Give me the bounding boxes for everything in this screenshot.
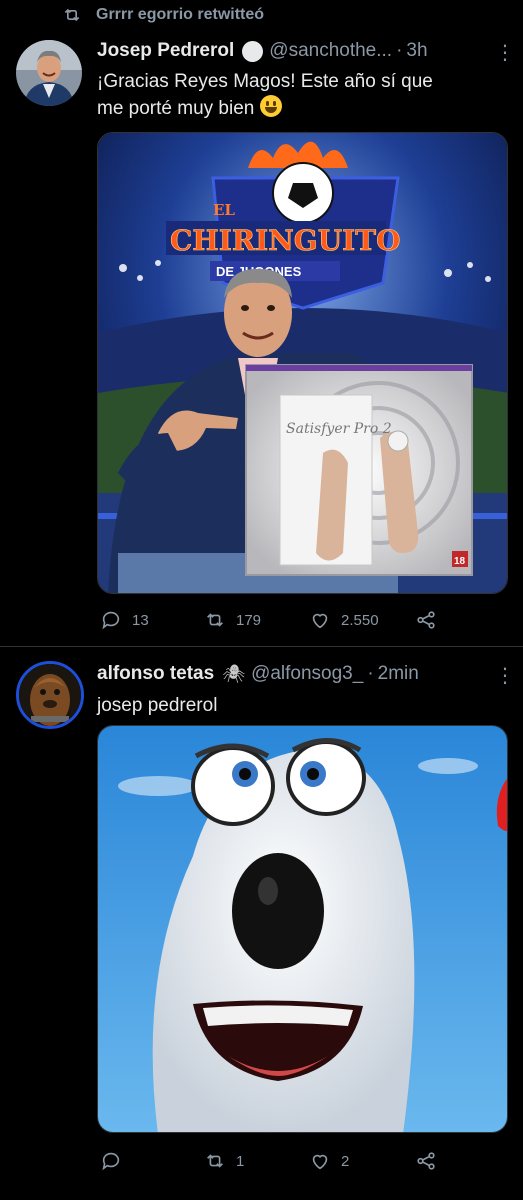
show-title: CHIRINGUITO <box>170 224 400 257</box>
tweet-card[interactable]: Grrrr egorrio retwitteó Josep Pedrerol @… <box>0 0 523 646</box>
grinning-face-emoji-icon <box>259 95 282 117</box>
tweet-header: Josep Pedrerol @sanchothe... · 3h <box>97 40 428 62</box>
tweet-header: alfonso tetas 🕷 @alfonsog3_ · 2min <box>97 663 419 685</box>
like-icon <box>312 1154 328 1170</box>
tweet-actions: 13 179 2.550 <box>97 604 508 636</box>
author-name[interactable]: Josep Pedrerol <box>97 40 234 62</box>
timestamp[interactable]: 3h <box>406 40 427 62</box>
tweet-photo[interactable] <box>97 725 508 1133</box>
tweet-actions: 1 2 <box>97 1145 508 1177</box>
retweet-icon <box>207 613 223 627</box>
author-handle[interactable]: @alfonsog3_ <box>251 663 363 685</box>
author-handle[interactable]: @sanchothe... <box>269 40 392 62</box>
reply-button[interactable]: 13 <box>100 609 149 631</box>
reply-icon <box>102 1152 120 1171</box>
retweet-button[interactable]: 1 <box>204 1150 244 1172</box>
age-badge: 18 <box>454 556 466 567</box>
product-brand: Satisfyer Pro 2 <box>286 421 392 437</box>
timestamp[interactable]: 2min <box>378 663 419 685</box>
retweet-icon <box>64 8 80 22</box>
retweet-button[interactable]: 179 <box>204 609 261 631</box>
like-button[interactable]: 2.550 <box>309 609 379 631</box>
tweet-text-line2: me porté muy bien <box>97 98 255 119</box>
tweet-text-line: ¡Gracias Reyes Magos! Este año sí que <box>97 71 433 92</box>
like-button[interactable]: 2 <box>309 1150 349 1172</box>
social-context-label: Grrrr egorrio retwitteó <box>96 6 265 23</box>
share-icon <box>417 1152 435 1170</box>
reply-icon <box>102 611 120 630</box>
retweet-icon <box>207 1154 223 1168</box>
separator: · <box>396 40 403 61</box>
share-icon <box>417 611 435 629</box>
author-name[interactable]: alfonso tetas <box>97 663 214 685</box>
share-button[interactable] <box>415 609 447 631</box>
social-context[interactable]: Grrrr egorrio retwitteó <box>62 4 264 26</box>
tweet-card[interactable]: alfonso tetas 🕷 @alfonsog3_ · 2min ⋮ jos… <box>0 647 523 1200</box>
separator: · <box>367 663 374 684</box>
avatar[interactable] <box>16 661 84 729</box>
tweet-text-line: me porté muy bien <box>97 95 433 122</box>
show-title-top: EL <box>213 201 235 219</box>
reply-button[interactable] <box>100 1150 132 1172</box>
more-icon[interactable]: ⋮ <box>495 663 515 688</box>
retweet-count: 1 <box>236 1152 245 1170</box>
more-icon[interactable]: ⋮ <box>495 40 515 65</box>
avatar[interactable] <box>16 40 82 106</box>
tweet-photo[interactable]: EL CHIRINGUITO DE JUGONES <box>97 132 508 594</box>
like-count: 2 <box>341 1152 350 1170</box>
spider-icon: 🕷 <box>222 663 246 684</box>
verified-badge-icon <box>242 40 264 62</box>
reply-count: 13 <box>132 611 149 629</box>
like-count: 2.550 <box>341 611 379 629</box>
share-button[interactable] <box>415 1150 447 1172</box>
tweet-text: josep pedrerol <box>97 695 218 716</box>
tweet-text: ¡Gracias Reyes Magos! Este año sí que me… <box>97 68 433 122</box>
retweet-count: 179 <box>236 611 262 629</box>
like-icon <box>312 613 328 629</box>
